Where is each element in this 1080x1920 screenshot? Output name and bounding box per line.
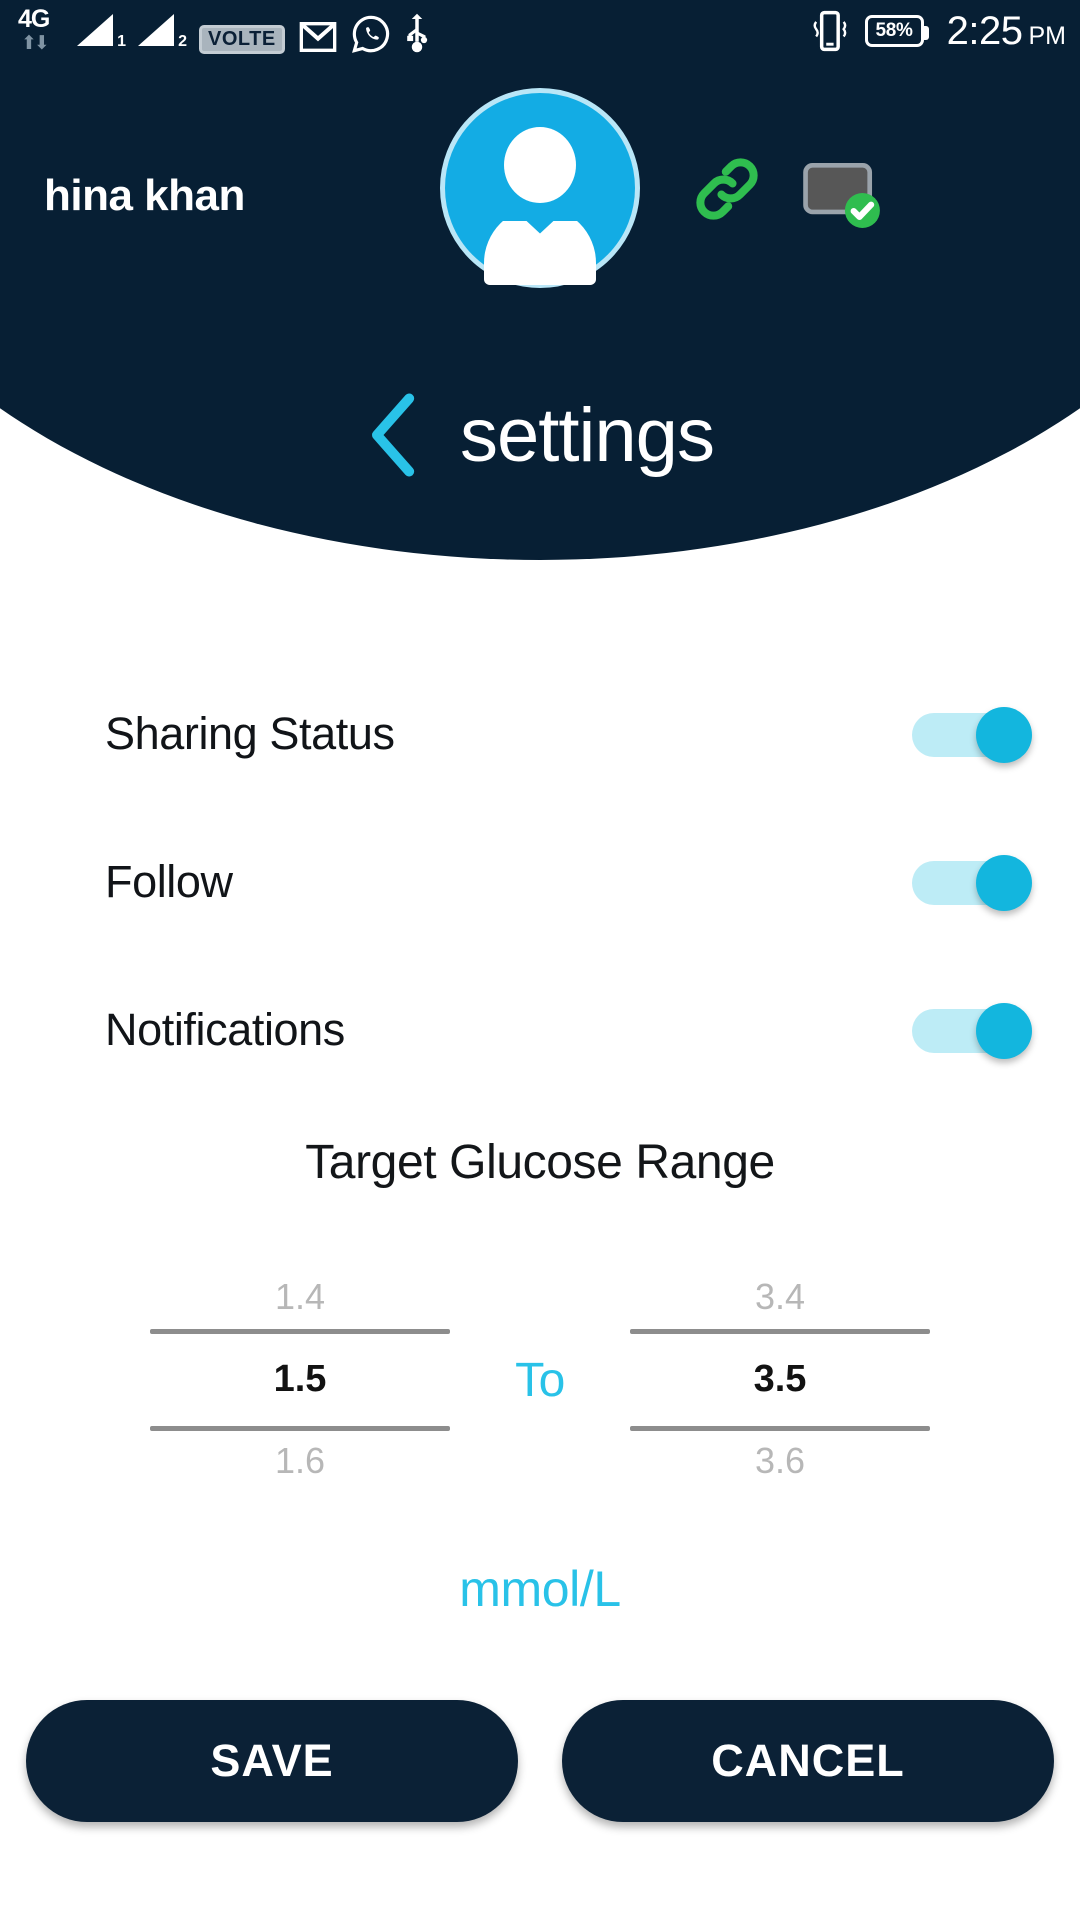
glucose-low-picker[interactable]: 1.4 1.5 1.6	[150, 1267, 450, 1493]
action-buttons: SAVE CANCEL	[0, 1700, 1080, 1822]
glucose-low-next[interactable]: 1.6	[150, 1431, 450, 1493]
chain-link-icon[interactable]	[690, 152, 764, 226]
toggle-notifications[interactable]	[912, 1003, 1032, 1059]
4g-label: 4G	[18, 5, 50, 33]
glucose-high-picker[interactable]: 3.4 3.5 3.6	[630, 1267, 930, 1493]
settings-list: Sharing Status Follow Notifications	[0, 660, 1080, 1104]
page-title-row: settings	[0, 380, 1080, 490]
sim2-label: 2	[178, 33, 187, 50]
toggle-thumb	[976, 707, 1032, 763]
status-bar-clock: 2:25 PM	[947, 9, 1066, 54]
toggle-sharing-status[interactable]	[912, 707, 1032, 763]
signal-sim2-icon: 2	[138, 10, 187, 54]
setting-row-notifications[interactable]: Notifications	[0, 956, 1080, 1104]
cancel-button[interactable]: CANCEL	[562, 1700, 1054, 1822]
volte-badge: VOLTE	[199, 25, 285, 54]
page-title: settings	[460, 392, 715, 478]
user-name: hina khan	[44, 171, 245, 220]
status-bar-left-icons: 4G ⬆⬇ 1 2 VOLTE	[18, 5, 430, 54]
avatar-body-shape	[484, 221, 596, 285]
usb-icon	[406, 13, 427, 53]
signal-bars-shape	[77, 14, 113, 46]
status-bar: 4G ⬆⬇ 1 2 VOLTE 58% 2:25 PM	[0, 0, 1080, 62]
setting-label: Follow	[105, 856, 233, 907]
glucose-high-previous[interactable]: 3.4	[630, 1267, 930, 1329]
4g-icon: 4G ⬆⬇	[18, 5, 64, 54]
glucose-low-selected[interactable]: 1.5	[150, 1334, 450, 1426]
glucose-low-previous[interactable]: 1.4	[150, 1267, 450, 1329]
chevron-left-icon[interactable]	[366, 392, 418, 478]
setting-row-follow[interactable]: Follow	[0, 808, 1080, 956]
toggle-follow[interactable]	[912, 855, 1032, 911]
settings-screen: 4G ⬆⬇ 1 2 VOLTE 58% 2:25 PM hina khan se…	[0, 0, 1080, 1920]
glucose-high-selected[interactable]: 3.5	[630, 1334, 930, 1426]
whatsapp-icon	[351, 15, 389, 53]
glucose-range-pickers: 1.4 1.5 1.6 To 3.4 3.5 3.6	[0, 1255, 1080, 1505]
clock-meridiem: PM	[1028, 21, 1067, 50]
save-button[interactable]: SAVE	[26, 1700, 518, 1822]
device-connected-icon[interactable]	[800, 158, 884, 228]
glucose-high-next[interactable]: 3.6	[630, 1431, 930, 1493]
range-separator-label: To	[515, 1353, 565, 1407]
sim1-label: 1	[117, 33, 126, 50]
status-bar-right-icons: 58% 2:25 PM	[810, 9, 1066, 54]
data-arrows-icon: ⬆⬇	[21, 33, 50, 54]
toggle-thumb	[976, 1003, 1032, 1059]
profile-row: hina khan	[0, 88, 1080, 296]
vibrate-icon	[813, 10, 846, 52]
setting-label: Notifications	[105, 1004, 345, 1055]
signal-sim1-icon: 1	[77, 10, 126, 54]
gmail-icon	[299, 22, 337, 52]
toggle-thumb	[976, 855, 1032, 911]
person-avatar-icon[interactable]	[440, 88, 640, 288]
battery-percent-label: 58%	[875, 20, 913, 41]
setting-row-sharing-status[interactable]: Sharing Status	[0, 660, 1080, 808]
battery-icon: 58%	[864, 15, 929, 47]
glucose-range-title: Target Glucose Range	[305, 1136, 775, 1189]
setting-label: Sharing Status	[105, 708, 395, 759]
clock-time: 2:25	[946, 8, 1023, 53]
glucose-unit-label: mmol/L	[459, 1561, 621, 1617]
avatar-head-shape	[504, 127, 576, 203]
signal-bars-shape	[138, 14, 174, 46]
